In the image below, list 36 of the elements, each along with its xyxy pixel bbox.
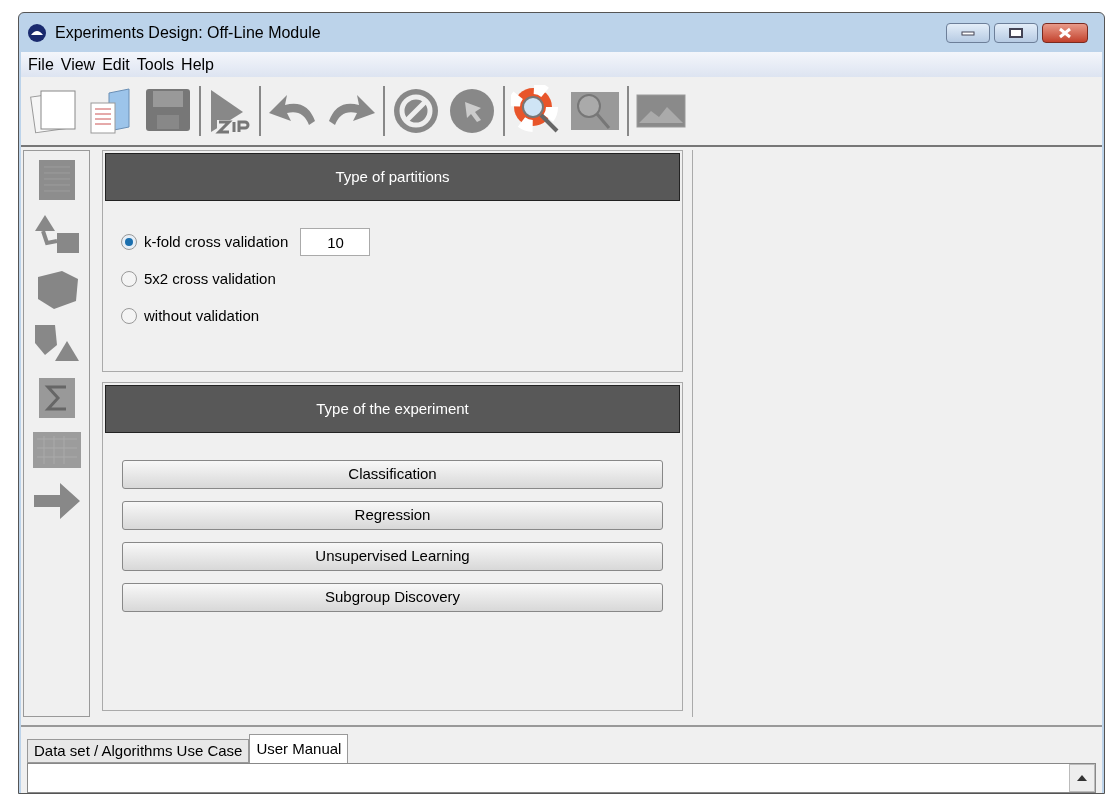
close-button[interactable] — [1042, 22, 1088, 43]
experiment-button[interactable]: Unsupervised Learning — [122, 542, 663, 571]
experiment-button[interactable]: Regression — [122, 501, 663, 530]
window-title: Experiments Design: Off-Line Module — [55, 22, 321, 43]
section-header: Type of the experiment — [105, 385, 680, 433]
stop-icon[interactable] — [391, 86, 441, 136]
close-icon — [1058, 26, 1072, 39]
cursor-icon[interactable] — [447, 86, 497, 136]
radio-button[interactable] — [121, 271, 137, 287]
maximize-icon — [1009, 27, 1023, 38]
experiment-button[interactable]: Classification — [122, 460, 663, 489]
right-arrow-icon[interactable] — [31, 481, 82, 521]
radio-label[interactable]: 5x2 cross validation — [144, 267, 276, 291]
table-grid-icon[interactable] — [31, 431, 82, 469]
minimize-icon — [961, 29, 975, 36]
section-header: Type of partitions — [105, 153, 680, 201]
menu-item[interactable]: View — [60, 52, 96, 77]
tab[interactable]: Data set / Algorithms Use Case — [27, 739, 250, 763]
sigma-icon[interactable] — [37, 377, 76, 419]
radio-button[interactable] — [121, 234, 137, 250]
menu-item[interactable]: Edit — [102, 52, 130, 77]
document-icon[interactable] — [37, 159, 76, 201]
image-icon[interactable] — [635, 93, 687, 129]
up-arrow-icon — [1077, 775, 1087, 781]
radio-label[interactable]: k-fold cross validation — [144, 230, 289, 254]
menu-item[interactable]: Tools — [136, 52, 175, 77]
tab[interactable]: User Manual — [249, 734, 349, 763]
menu-item[interactable]: File — [28, 52, 54, 77]
experiment-button[interactable]: Subgroup Discovery — [122, 583, 663, 612]
app-logo-icon — [27, 22, 47, 43]
scroll-up-button[interactable] — [1069, 764, 1095, 792]
maximize-button[interactable] — [994, 22, 1038, 43]
radio-label[interactable]: without validation — [144, 304, 260, 328]
radio-button[interactable] — [121, 308, 137, 324]
number-field[interactable]: 10 — [300, 228, 371, 256]
menu-item[interactable]: Help — [181, 52, 214, 77]
